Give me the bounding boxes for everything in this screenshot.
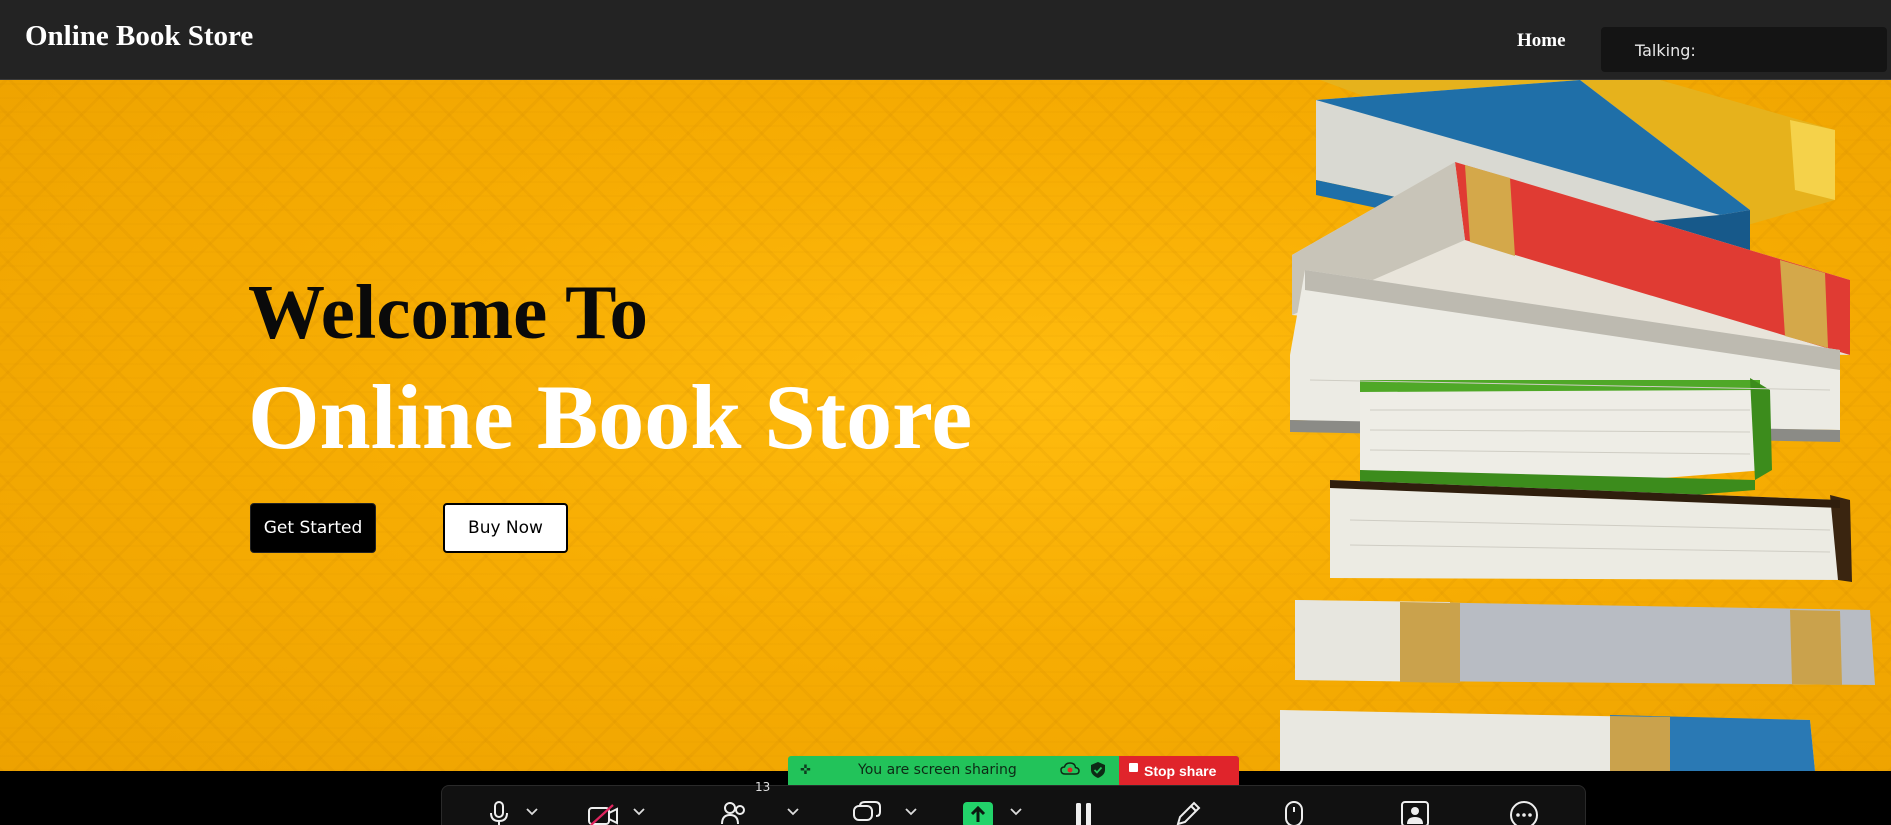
drag-handle-icon[interactable]: ✜ — [800, 762, 811, 778]
annotate-icon[interactable] — [1174, 800, 1202, 825]
nav-link-home[interactable]: Home — [1517, 30, 1566, 52]
stop-share-button[interactable]: Stop share — [1119, 756, 1239, 785]
participants-count-badge: 13 — [755, 780, 771, 794]
pause-icon[interactable] — [1075, 803, 1093, 825]
chevron-down-icon[interactable] — [905, 808, 917, 816]
participants-icon[interactable] — [720, 800, 748, 825]
screen-share-message: You are screen sharing — [858, 762, 1017, 778]
chevron-down-icon[interactable] — [526, 808, 538, 816]
stop-icon — [1129, 763, 1138, 772]
top-navbar: Online Book Store Home Talking: — [0, 0, 1891, 80]
get-started-button[interactable]: Get Started — [250, 503, 376, 553]
brand-logo-text[interactable]: Online Book Store — [25, 20, 253, 53]
talking-label: Talking: — [1635, 41, 1696, 60]
chat-icon[interactable] — [852, 800, 882, 825]
hero-section: Welcome To Online Book Store Get Started… — [0, 80, 1891, 771]
shield-check-icon[interactable] — [1090, 761, 1106, 779]
book-stack-image — [1280, 80, 1875, 771]
video-off-icon[interactable] — [587, 804, 619, 825]
chevron-down-icon[interactable] — [633, 808, 645, 816]
stop-share-label: Stop share — [1144, 762, 1217, 779]
meeting-toolbar: 13 — [441, 780, 1586, 825]
remote-control-icon[interactable] — [1284, 800, 1304, 825]
mic-icon[interactable] — [488, 800, 510, 825]
more-icon[interactable] — [1509, 800, 1539, 825]
cloud-record-icon[interactable] — [1060, 761, 1080, 777]
hero-heading-welcome: Welcome To — [248, 269, 648, 355]
chevron-down-icon[interactable] — [787, 808, 799, 816]
share-screen-icon[interactable] — [963, 800, 993, 825]
talking-indicator: Talking: — [1601, 27, 1887, 72]
buy-now-button[interactable]: Buy Now — [443, 503, 568, 553]
chevron-down-icon[interactable] — [1010, 808, 1022, 816]
avatar-icon[interactable] — [1400, 800, 1430, 825]
hero-heading-store: Online Book Store — [248, 366, 973, 468]
